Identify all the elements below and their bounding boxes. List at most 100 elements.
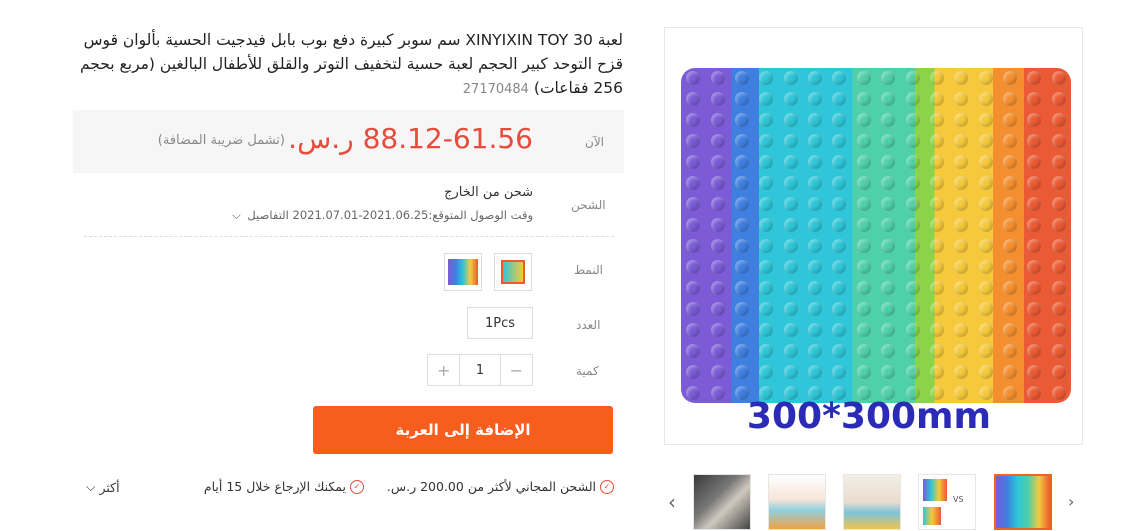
bubble: [857, 92, 871, 106]
bubble: [784, 155, 798, 169]
bubble: [1052, 323, 1066, 337]
bubble-row: [681, 281, 1071, 295]
shipping-method: شحن من الخارج: [444, 185, 533, 200]
bubble: [954, 134, 968, 148]
bubble: [857, 260, 871, 274]
bubble: [1027, 155, 1041, 169]
style-option-1[interactable]: [494, 253, 532, 291]
bubble: [979, 260, 993, 274]
bubble: [881, 281, 895, 295]
shipping-eta[interactable]: وقت الوصول المتوقع:2021.06.25-2021.07.01…: [232, 208, 533, 223]
bubble: [1003, 239, 1017, 253]
bubble: [979, 134, 993, 148]
bubble: [759, 113, 773, 127]
thumbnail-car-seat[interactable]: [693, 474, 751, 530]
bubble: [832, 71, 846, 85]
bubble: [1052, 218, 1066, 232]
thumb-next-arrow-icon[interactable]: ›: [1068, 492, 1074, 511]
bubble: [735, 302, 749, 316]
add-to-cart-button[interactable]: الإضافة إلى العربة: [313, 406, 613, 454]
bubble: [1052, 260, 1066, 274]
bubble: [954, 71, 968, 85]
bubble: [759, 344, 773, 358]
bubble: [1003, 92, 1017, 106]
bubble: [954, 260, 968, 274]
bubble: [759, 281, 773, 295]
thumbnail-kids-playing-1[interactable]: [843, 474, 901, 530]
bubble: [857, 197, 871, 211]
count-label: العدد: [576, 318, 601, 332]
bubble: [1003, 323, 1017, 337]
quantity-input[interactable]: 1: [460, 355, 499, 385]
bubble: [686, 155, 700, 169]
bubble: [881, 239, 895, 253]
thumbnail-rainbow-square[interactable]: [994, 474, 1052, 530]
shipping-label: الشحن: [571, 198, 606, 212]
bubble: [1027, 365, 1041, 379]
bubble: [784, 323, 798, 337]
bubble: [1003, 197, 1017, 211]
bubble: [808, 302, 822, 316]
bubble: [1052, 365, 1066, 379]
bubble: [784, 260, 798, 274]
bubble-row: [681, 92, 1071, 106]
bubble: [808, 113, 822, 127]
style-label: النمط: [574, 263, 603, 277]
bubble: [1027, 71, 1041, 85]
divider: [84, 236, 614, 237]
bubble-row: [681, 113, 1071, 127]
bubble: [759, 302, 773, 316]
quantity-label: كمية: [576, 364, 599, 378]
thumb-prev-arrow-icon[interactable]: ‹: [668, 490, 676, 514]
bubble-row: [681, 176, 1071, 190]
style-option-2[interactable]: [444, 253, 482, 291]
bubble: [954, 365, 968, 379]
bubble: [954, 218, 968, 232]
bubble: [881, 155, 895, 169]
bubble: [930, 323, 944, 337]
bubble: [1052, 113, 1066, 127]
bubble: [881, 323, 895, 337]
bubble: [832, 92, 846, 106]
bubble: [1052, 71, 1066, 85]
bubble: [1003, 344, 1017, 358]
thumbnail-size-compare[interactable]: VS: [918, 474, 976, 530]
quantity-plus-button[interactable]: +: [428, 355, 461, 385]
bubble: [808, 176, 822, 190]
bubble: [808, 260, 822, 274]
bubble: [906, 365, 920, 379]
bubble: [711, 134, 725, 148]
bubble: [711, 113, 725, 127]
bubble: [881, 92, 895, 106]
bubble-row: [681, 365, 1071, 379]
bubble: [930, 302, 944, 316]
bubble: [930, 365, 944, 379]
chevron-down-icon: ⌵: [86, 479, 96, 494]
bubble: [857, 239, 871, 253]
bubble: [881, 218, 895, 232]
more-link[interactable]: أكثر ⌵: [86, 479, 120, 495]
bubble: [979, 197, 993, 211]
bubble: [906, 281, 920, 295]
bubble: [686, 113, 700, 127]
count-option-1pcs[interactable]: 1Pcs: [467, 307, 533, 339]
bubble-row: [681, 155, 1071, 169]
quantity-minus-button[interactable]: −: [499, 355, 532, 385]
bubble: [711, 197, 725, 211]
bubble: [784, 134, 798, 148]
bubble: [857, 344, 871, 358]
bubble: [979, 218, 993, 232]
bubble: [711, 71, 725, 85]
bubble: [832, 155, 846, 169]
bubble: [784, 218, 798, 232]
thumbnail-kids-playing-2[interactable]: [768, 474, 826, 530]
bubble: [686, 92, 700, 106]
bubble: [784, 71, 798, 85]
bubble: [1027, 176, 1041, 190]
bubble: [808, 344, 822, 358]
bubble: [906, 113, 920, 127]
bubble: [930, 134, 944, 148]
bubble: [979, 113, 993, 127]
image-dimension-caption: 300*300mm: [746, 396, 992, 437]
bubble: [759, 239, 773, 253]
